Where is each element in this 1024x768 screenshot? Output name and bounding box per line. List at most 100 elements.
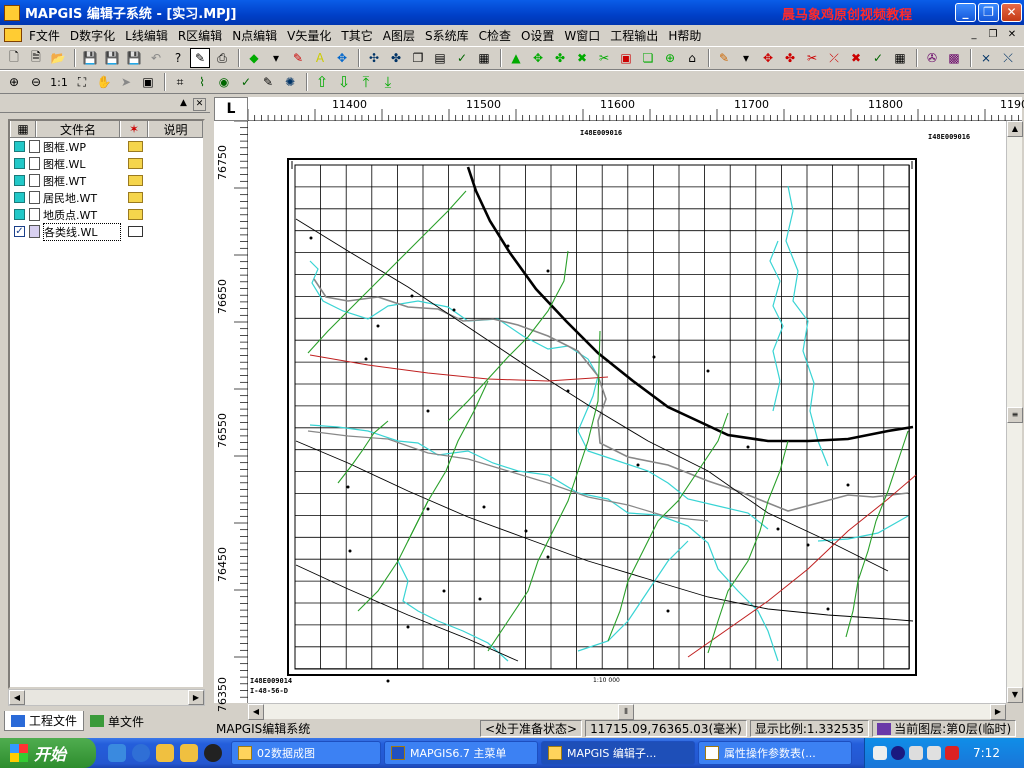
scroll-right-button[interactable]: ▶ (188, 690, 204, 705)
panel-close-button[interactable]: ✕ (193, 98, 206, 111)
file-row[interactable]: 居民地.WT (10, 189, 203, 206)
region-select-icon[interactable]: ✥ (528, 48, 548, 68)
menu-digitize[interactable]: D数字化 (65, 27, 120, 44)
open-folder-icon[interactable]: 📂 (48, 48, 68, 68)
column-desc-header[interactable]: 说明 (148, 121, 203, 137)
arrow-up-icon[interactable]: ⇧ (312, 72, 332, 92)
scroll-up-button[interactable]: ▲ (1007, 121, 1023, 137)
arrow-top-icon[interactable]: ⤒ (356, 72, 376, 92)
line-check-icon[interactable]: ✓ (868, 48, 888, 68)
help-pointer-icon[interactable]: ? (168, 48, 188, 68)
point-param-icon[interactable]: ▤ (430, 48, 450, 68)
mdi-close-button[interactable]: ✕ (1004, 27, 1020, 42)
close-button[interactable]: ✕ (1001, 3, 1022, 22)
line-delete-icon[interactable]: ✖ (846, 48, 866, 68)
arrow-down-icon[interactable]: ⇩ (334, 72, 354, 92)
move-point-icon[interactable]: ✣ (364, 48, 384, 68)
quicklaunch-desktop-icon[interactable] (108, 744, 126, 762)
quicklaunch-qq-icon[interactable] (204, 744, 222, 762)
menu-point-edit[interactable]: N点编辑 (227, 27, 282, 44)
taskbar-item-active[interactable]: MAPGIS 编辑子... (541, 741, 695, 765)
quicklaunch-explorer-icon[interactable] (180, 744, 198, 762)
menu-other[interactable]: T其它 (336, 27, 377, 44)
file-list[interactable]: ▦ 文件名 ✶ 说明 图框.WP 图框.WL 图框.WT 居民地.WT 地质点.… (8, 119, 205, 689)
maximize-button[interactable]: ❐ (978, 3, 999, 22)
line-param-icon[interactable]: ▦ (890, 48, 910, 68)
file-checkbox[interactable] (14, 192, 25, 203)
line-dropdown-icon[interactable]: ▾ (736, 48, 756, 68)
pointer-icon[interactable]: ➤ (116, 72, 136, 92)
folder-icon[interactable] (128, 192, 143, 203)
refresh-view-icon[interactable]: ▣ (138, 72, 158, 92)
menu-vectorize[interactable]: V矢量化 (282, 27, 336, 44)
scroll-thumb-vertical[interactable]: ≡ (1007, 407, 1023, 423)
minimize-button[interactable]: _ (955, 3, 976, 22)
file-checkbox[interactable] (14, 209, 25, 220)
speaker-icon[interactable] (927, 746, 941, 760)
point-edit-icon[interactable]: ✎ (288, 48, 308, 68)
file-checkbox[interactable] (14, 175, 25, 186)
region-merge-icon[interactable]: ⊕ (660, 48, 680, 68)
save-as-icon[interactable]: 💾 (102, 48, 122, 68)
scroll-left-button[interactable]: ◀ (9, 690, 25, 705)
column-status-header[interactable]: ✶ (120, 121, 148, 137)
menu-layer[interactable]: A图层 (378, 27, 420, 44)
menu-file[interactable]: F文件 (24, 27, 65, 44)
display-line-icon[interactable]: ⌇ (192, 72, 212, 92)
region-fill-icon[interactable]: ⌂ (682, 48, 702, 68)
line-move-icon[interactable]: ✤ (780, 48, 800, 68)
point-copy-icon[interactable]: ❐ (408, 48, 428, 68)
file-row[interactable]: ✓ 各类线.WL (10, 222, 203, 241)
region-param-icon[interactable]: ▣ (616, 48, 636, 68)
taskbar-item[interactable]: 02数据成图 (231, 741, 381, 765)
line-cut-icon[interactable]: ✂ (802, 48, 822, 68)
input-point-icon[interactable]: ◆ (244, 48, 264, 68)
scroll-thumb-horizontal[interactable]: ⦀ (618, 704, 634, 720)
taskbar-item[interactable]: 属性操作参数表(... (698, 741, 852, 765)
edit-pen-icon[interactable]: ✎ (190, 48, 210, 68)
menu-system-lib[interactable]: S系统库 (420, 27, 474, 44)
undo-icon[interactable]: ↶ (146, 48, 166, 68)
antivirus-icon[interactable] (945, 746, 959, 760)
menu-help[interactable]: H帮助 (663, 27, 706, 44)
title-bar[interactable]: MAPGIS 编辑子系统 - [实习.MPJ] 晨马象鸡原创视频教程 _ ❐ ✕ (0, 0, 1024, 25)
help-circle-icon[interactable] (891, 746, 905, 760)
menu-region-edit[interactable]: R区编辑 (173, 27, 227, 44)
layer-check-icon[interactable]: ✎ (258, 72, 278, 92)
file-checkbox-checked[interactable]: ✓ (14, 226, 25, 237)
node-edit-icon[interactable]: ⨯ (976, 48, 996, 68)
zoom-window-icon[interactable]: ⛶ (72, 72, 92, 92)
region-cut-icon[interactable]: ✂ (594, 48, 614, 68)
point-attr-icon[interactable]: ▦ (474, 48, 494, 68)
map-canvas[interactable]: I48E009016 I48E009016 I48E009014 I-48-56… (248, 121, 1006, 703)
keyboard-icon[interactable] (873, 746, 887, 760)
file-row[interactable]: 图框.WT (10, 172, 203, 189)
folder-icon[interactable] (128, 158, 143, 169)
display-region-icon[interactable]: ◉ (214, 72, 234, 92)
region-move-icon[interactable]: ✤ (550, 48, 570, 68)
menu-settings[interactable]: O设置 (516, 27, 559, 44)
node-snap-icon[interactable]: ⤬ (998, 48, 1018, 68)
panel-pin-icon[interactable]: ▲ (177, 98, 190, 111)
arrow-bottom-icon[interactable]: ⤓ (378, 72, 398, 92)
zoom-in-icon[interactable]: ⊕ (4, 72, 24, 92)
line-input-icon[interactable]: ✎ (714, 48, 734, 68)
topology-icon[interactable]: ✺ (280, 72, 300, 92)
map-vertical-scrollbar[interactable]: ▲ ≡ ▼ (1006, 121, 1023, 703)
new-doc-icon[interactable]: 🗎 (26, 48, 46, 68)
folder-icon[interactable] (128, 209, 143, 220)
edit-status-icon[interactable] (128, 226, 143, 237)
print-icon[interactable]: ⎙ (212, 48, 232, 68)
file-row[interactable]: 地质点.WT (10, 206, 203, 223)
scroll-down-button[interactable]: ▼ (1007, 687, 1023, 703)
file-checkbox[interactable] (14, 141, 25, 152)
vector-trace-icon[interactable]: ✇ (922, 48, 942, 68)
save-all-icon[interactable]: 💾 (124, 48, 144, 68)
menu-window[interactable]: W窗口 (559, 27, 605, 44)
mdi-restore-button[interactable]: ❐ (985, 27, 1001, 42)
column-icon-header[interactable]: ▦ (10, 121, 36, 137)
file-row[interactable]: 图框.WL (10, 155, 203, 172)
save-icon[interactable]: 💾 (80, 48, 100, 68)
dropdown-arrow-icon[interactable]: ▾ (266, 48, 286, 68)
display-point-icon[interactable]: ⌗ (170, 72, 190, 92)
